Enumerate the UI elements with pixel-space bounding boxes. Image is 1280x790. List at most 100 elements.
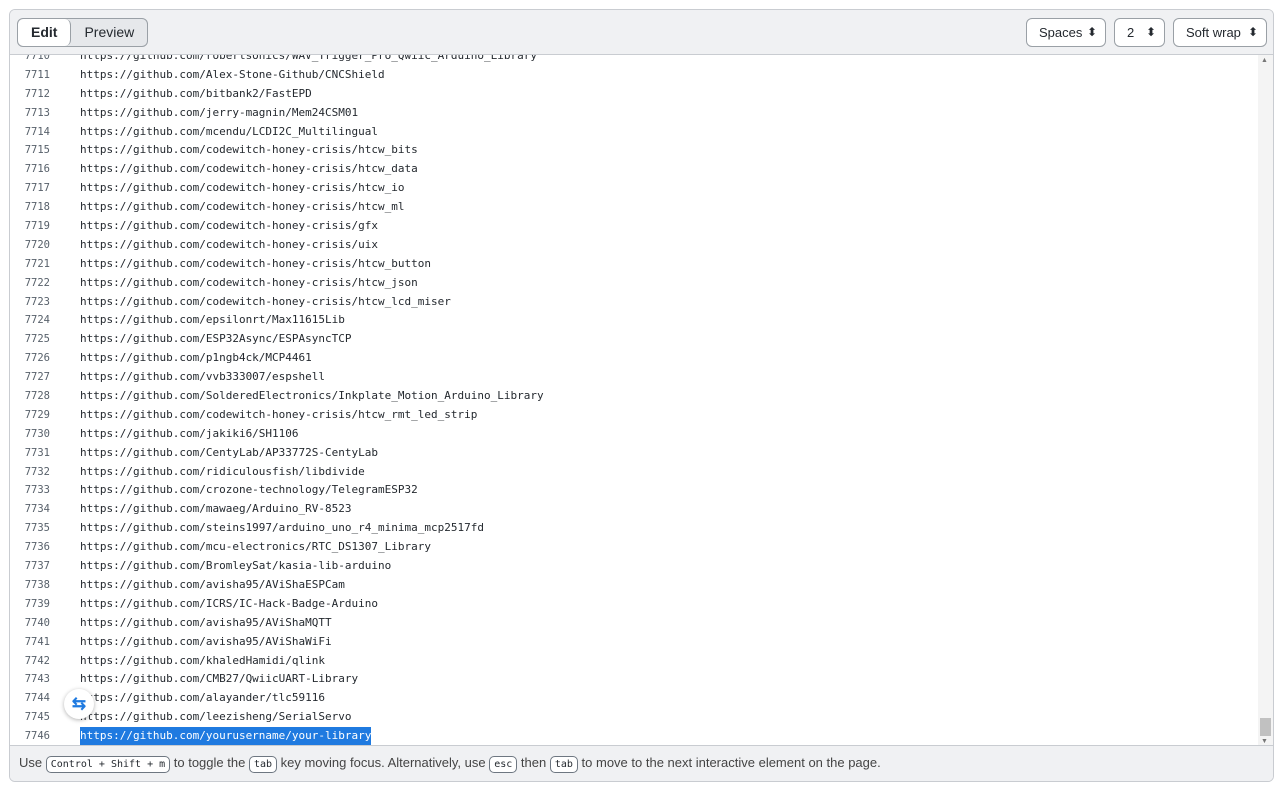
line-text[interactable]: https://github.com/codewitch-honey-crisi… <box>80 217 378 236</box>
code-line[interactable]: 7720 https://github.com/codewitch-honey-c… <box>10 236 1257 255</box>
code-line[interactable]: 7729 https://github.com/codewitch-honey-c… <box>10 406 1257 425</box>
line-text[interactable]: https://github.com/codewitch-honey-crisi… <box>80 160 418 179</box>
line-text[interactable]: https://github.com/codewitch-honey-crisi… <box>80 255 431 274</box>
line-text[interactable]: https://github.com/steins1997/arduino_un… <box>80 519 484 538</box>
line-text[interactable]: https://github.com/CentyLab/AP33772S-Cen… <box>80 444 378 463</box>
line-text[interactable]: https://github.com/jerry-magnin/Mem24CSM… <box>80 104 358 123</box>
code-line[interactable]: 7731 https://github.com/CentyLab/AP33772S… <box>10 444 1257 463</box>
line-text[interactable]: https://github.com/ICRS/IC-Hack-Badge-Ar… <box>80 595 378 614</box>
line-text[interactable]: https://github.com/codewitch-honey-crisi… <box>80 293 451 312</box>
line-number: 7720 <box>24 238 50 251</box>
line-text[interactable]: https://github.com/codewitch-honey-crisi… <box>80 179 405 198</box>
code-line[interactable]: 7735 https://github.com/steins1997/arduin… <box>10 519 1257 538</box>
tab-edit[interactable]: Edit <box>18 19 72 46</box>
code-line[interactable]: 7736 https://github.com/mcu-electronics/R… <box>10 538 1257 557</box>
indent-mode-select[interactable]: Spaces ⬍ <box>1026 18 1106 47</box>
code-line[interactable]: 7710 https://github.com/robertsonics/WAV_… <box>10 55 1257 66</box>
line-text[interactable]: https://github.com/mcu-electronics/RTC_D… <box>80 538 431 557</box>
line-text[interactable]: https://github.com/epsilonrt/Max11615Lib <box>80 311 345 330</box>
code-line[interactable]: 7738 https://github.com/avisha95/AViShaES… <box>10 576 1257 595</box>
swap-arrows-icon[interactable]: ⇆ <box>64 689 94 719</box>
code-line[interactable]: 7712 https://github.com/bitbank2/FastEPD <box>10 85 1257 104</box>
line-text[interactable]: https://github.com/codewitch-honey-crisi… <box>80 141 418 160</box>
line-text[interactable]: https://github.com/leezisheng/SerialServ… <box>80 708 352 727</box>
line-text[interactable]: https://github.com/BromleySat/kasia-lib-… <box>80 557 391 576</box>
selected-line-text[interactable]: https://github.com/yourusername/your-lib… <box>80 727 372 746</box>
line-text[interactable]: https://github.com/ridiculousfish/libdiv… <box>80 463 365 482</box>
indent-size-select[interactable]: 2 ⬍ <box>1114 18 1165 47</box>
line-text[interactable]: https://github.com/jakiki6/SH1106 <box>80 425 299 444</box>
line-text[interactable]: https://github.com/codewitch-honey-crisi… <box>80 236 378 255</box>
code-line[interactable]: 7742 https://github.com/khaledHamidi/qlin… <box>10 652 1257 671</box>
line-text[interactable]: https://github.com/crozone-technology/Te… <box>80 481 418 500</box>
wrap-mode-select[interactable]: Soft wrap ⬍ <box>1173 18 1267 47</box>
code-line[interactable]: 7713 https://github.com/jerry-magnin/Mem2… <box>10 104 1257 123</box>
line-text[interactable]: https://github.com/avisha95/AViShaWiFi <box>80 633 332 652</box>
code-line[interactable]: 7746 https://github.com/yourusername/your… <box>10 727 1257 746</box>
code-line[interactable]: 7722 https://github.com/codewitch-honey-c… <box>10 274 1257 293</box>
line-text[interactable]: https://github.com/alayander/tlc59116 <box>80 689 325 708</box>
code-editor[interactable]: 7710 https://github.com/robertsonics/WAV_… <box>10 55 1273 747</box>
line-text[interactable]: https://github.com/khaledHamidi/qlink <box>80 652 325 671</box>
line-number: 7729 <box>24 408 50 421</box>
code-line[interactable]: 7732 https://github.com/ridiculousfish/li… <box>10 463 1257 482</box>
code-line[interactable]: 7724 https://github.com/epsilonrt/Max1161… <box>10 311 1257 330</box>
code-line[interactable]: 7745 https://github.com/leezisheng/Serial… <box>10 708 1257 727</box>
code-line[interactable]: 7734 https://github.com/mawaeg/Arduino_RV… <box>10 500 1257 519</box>
line-text[interactable]: https://github.com/CMB27/QwiicUART-Libra… <box>80 670 358 689</box>
code-line[interactable]: 7716 https://github.com/codewitch-honey-c… <box>10 160 1257 179</box>
code-line[interactable]: 7743 https://github.com/CMB27/QwiicUART-L… <box>10 670 1257 689</box>
wrap-mode-value: Soft wrap <box>1186 25 1241 40</box>
scroll-down-icon[interactable]: ▼ <box>1261 738 1268 745</box>
line-text[interactable]: https://github.com/bitbank2/FastEPD <box>80 85 312 104</box>
code-line[interactable]: 7719 https://github.com/codewitch-honey-c… <box>10 217 1257 236</box>
line-text[interactable]: https://github.com/p1ngb4ck/MCP4461 <box>80 349 312 368</box>
scroll-up-icon[interactable]: ▲ <box>1261 57 1268 64</box>
line-number: 7738 <box>24 578 50 591</box>
line-number: 7712 <box>24 87 50 100</box>
line-text[interactable]: https://github.com/codewitch-honey-crisi… <box>80 198 405 217</box>
line-text[interactable]: https://github.com/codewitch-honey-crisi… <box>80 406 477 425</box>
line-number: 7737 <box>24 560 50 573</box>
keyboard-help-footer: Use Control + Shift + m to toggle the ta… <box>10 745 1273 781</box>
line-number: 7736 <box>24 541 50 554</box>
code-line[interactable]: 7737 https://github.com/BromleySat/kasia-… <box>10 557 1257 576</box>
line-text[interactable]: https://github.com/avisha95/AViShaESPCam <box>80 576 345 595</box>
code-line[interactable]: 7711 https://github.com/Alex-Stone-Github… <box>10 66 1257 85</box>
code-line[interactable]: 7728 https://github.com/SolderedElectroni… <box>10 387 1257 406</box>
code-line[interactable]: 7721 https://github.com/codewitch-honey-c… <box>10 255 1257 274</box>
code-line[interactable]: 7723 https://github.com/codewitch-honey-c… <box>10 293 1257 312</box>
code-line[interactable]: 7715 https://github.com/codewitch-honey-c… <box>10 141 1257 160</box>
code-line[interactable]: 7739 https://github.com/ICRS/IC-Hack-Badg… <box>10 595 1257 614</box>
code-line[interactable]: 7717 https://github.com/codewitch-honey-c… <box>10 179 1257 198</box>
code-line[interactable]: 7740 https://github.com/avisha95/AViShaMQ… <box>10 614 1257 633</box>
code-line[interactable]: 7733 https://github.com/crozone-technolog… <box>10 481 1257 500</box>
line-text[interactable]: https://github.com/SolderedElectronics/I… <box>80 387 544 406</box>
line-text[interactable]: https://github.com/mcendu/LCDI2C_Multili… <box>80 123 378 142</box>
code-line[interactable]: 7727 https://github.com/vvb333007/espshel… <box>10 368 1257 387</box>
code-line[interactable]: 7725 https://github.com/ESP32Async/ESPAsy… <box>10 330 1257 349</box>
line-text[interactable]: https://github.com/Alex-Stone-Github/CNC… <box>80 66 385 85</box>
code-line[interactable]: 7714 https://github.com/mcendu/LCDI2C_Mul… <box>10 123 1257 142</box>
code-line[interactable]: 7730 https://github.com/jakiki6/SH1106 <box>10 425 1257 444</box>
code-line[interactable]: 7726 https://github.com/p1ngb4ck/MCP4461 <box>10 349 1257 368</box>
tab-preview[interactable]: Preview <box>71 19 147 46</box>
line-number: 7746 <box>24 730 50 743</box>
code-line[interactable]: 7744 https://github.com/alayander/tlc5911… <box>10 689 1257 708</box>
line-text[interactable]: https://github.com/robertsonics/WAV_Trig… <box>80 55 537 66</box>
line-text[interactable]: https://github.com/vvb333007/espshell <box>80 368 325 387</box>
code-line[interactable]: 7741 https://github.com/avisha95/AViShaWi… <box>10 633 1257 652</box>
line-number: 7718 <box>24 201 50 214</box>
line-text[interactable]: https://github.com/ESP32Async/ESPAsyncTC… <box>80 330 352 349</box>
editor-lines: 7710 https://github.com/robertsonics/WAV_… <box>10 55 1257 746</box>
line-number: 7742 <box>24 654 50 667</box>
vertical-scrollbar[interactable]: ▲ ▼ <box>1258 55 1273 747</box>
line-number: 7740 <box>24 616 50 629</box>
tab-key: tab <box>549 756 578 773</box>
scrollbar-thumb[interactable] <box>1260 718 1271 736</box>
tab-key: tab <box>248 756 278 773</box>
line-text[interactable]: https://github.com/codewitch-honey-crisi… <box>80 274 418 293</box>
code-line[interactable]: 7718 https://github.com/codewitch-honey-c… <box>10 198 1257 217</box>
line-text[interactable]: https://github.com/avisha95/AViShaMQTT <box>80 614 332 633</box>
line-text[interactable]: https://github.com/mawaeg/Arduino_RV-852… <box>80 500 352 519</box>
